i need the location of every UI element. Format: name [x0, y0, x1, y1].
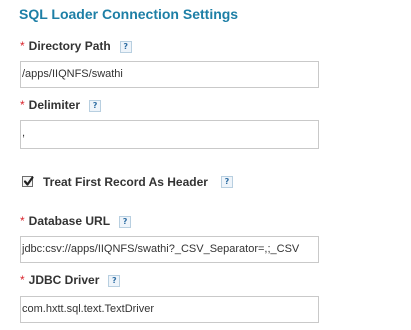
treat-first-record-label: Treat First Record As Header: [43, 174, 208, 189]
jdbc-driver-label-text: JDBC Driver: [28, 273, 100, 287]
directory-path-label-text: Directory Path: [28, 39, 111, 53]
help-icon[interactable]: ?: [220, 175, 233, 188]
delimiter-input[interactable]: ,: [20, 120, 319, 149]
delimiter-label-text: Delimiter: [28, 98, 81, 112]
help-icon[interactable]: ?: [89, 99, 102, 112]
sql-loader-settings-panel: SQL Loader Connection Settings * Director…: [0, 0, 411, 330]
database-url-input[interactable]: jdbc:csv://apps/IIQNFS/swathi?_CSV_Separ…: [20, 236, 319, 263]
required-marker: *: [20, 214, 25, 228]
help-icon[interactable]: ?: [108, 274, 121, 287]
section-title: SQL Loader Connection Settings: [19, 6, 239, 22]
checkmark-icon: [23, 176, 34, 186]
help-icon[interactable]: ?: [119, 40, 132, 53]
jdbc-driver-input[interactable]: com.hxtt.sql.text.TextDriver: [20, 296, 319, 323]
directory-path-input[interactable]: /apps/IIQNFS/swathi: [20, 61, 319, 88]
treat-first-record-row: Treat First Record As Header?: [22, 173, 233, 189]
required-marker: *: [20, 39, 25, 53]
jdbc-driver-label: * JDBC Driver?: [20, 273, 121, 287]
help-icon[interactable]: ?: [119, 215, 132, 228]
delimiter-label: * Delimiter?: [20, 98, 102, 112]
required-marker: *: [20, 98, 25, 112]
treat-first-record-checkbox[interactable]: [22, 176, 34, 188]
database-url-label-text: Database URL: [28, 214, 111, 228]
required-marker: *: [20, 273, 25, 287]
database-url-label: * Database URL?: [20, 214, 132, 228]
directory-path-label: * Directory Path?: [20, 39, 132, 53]
